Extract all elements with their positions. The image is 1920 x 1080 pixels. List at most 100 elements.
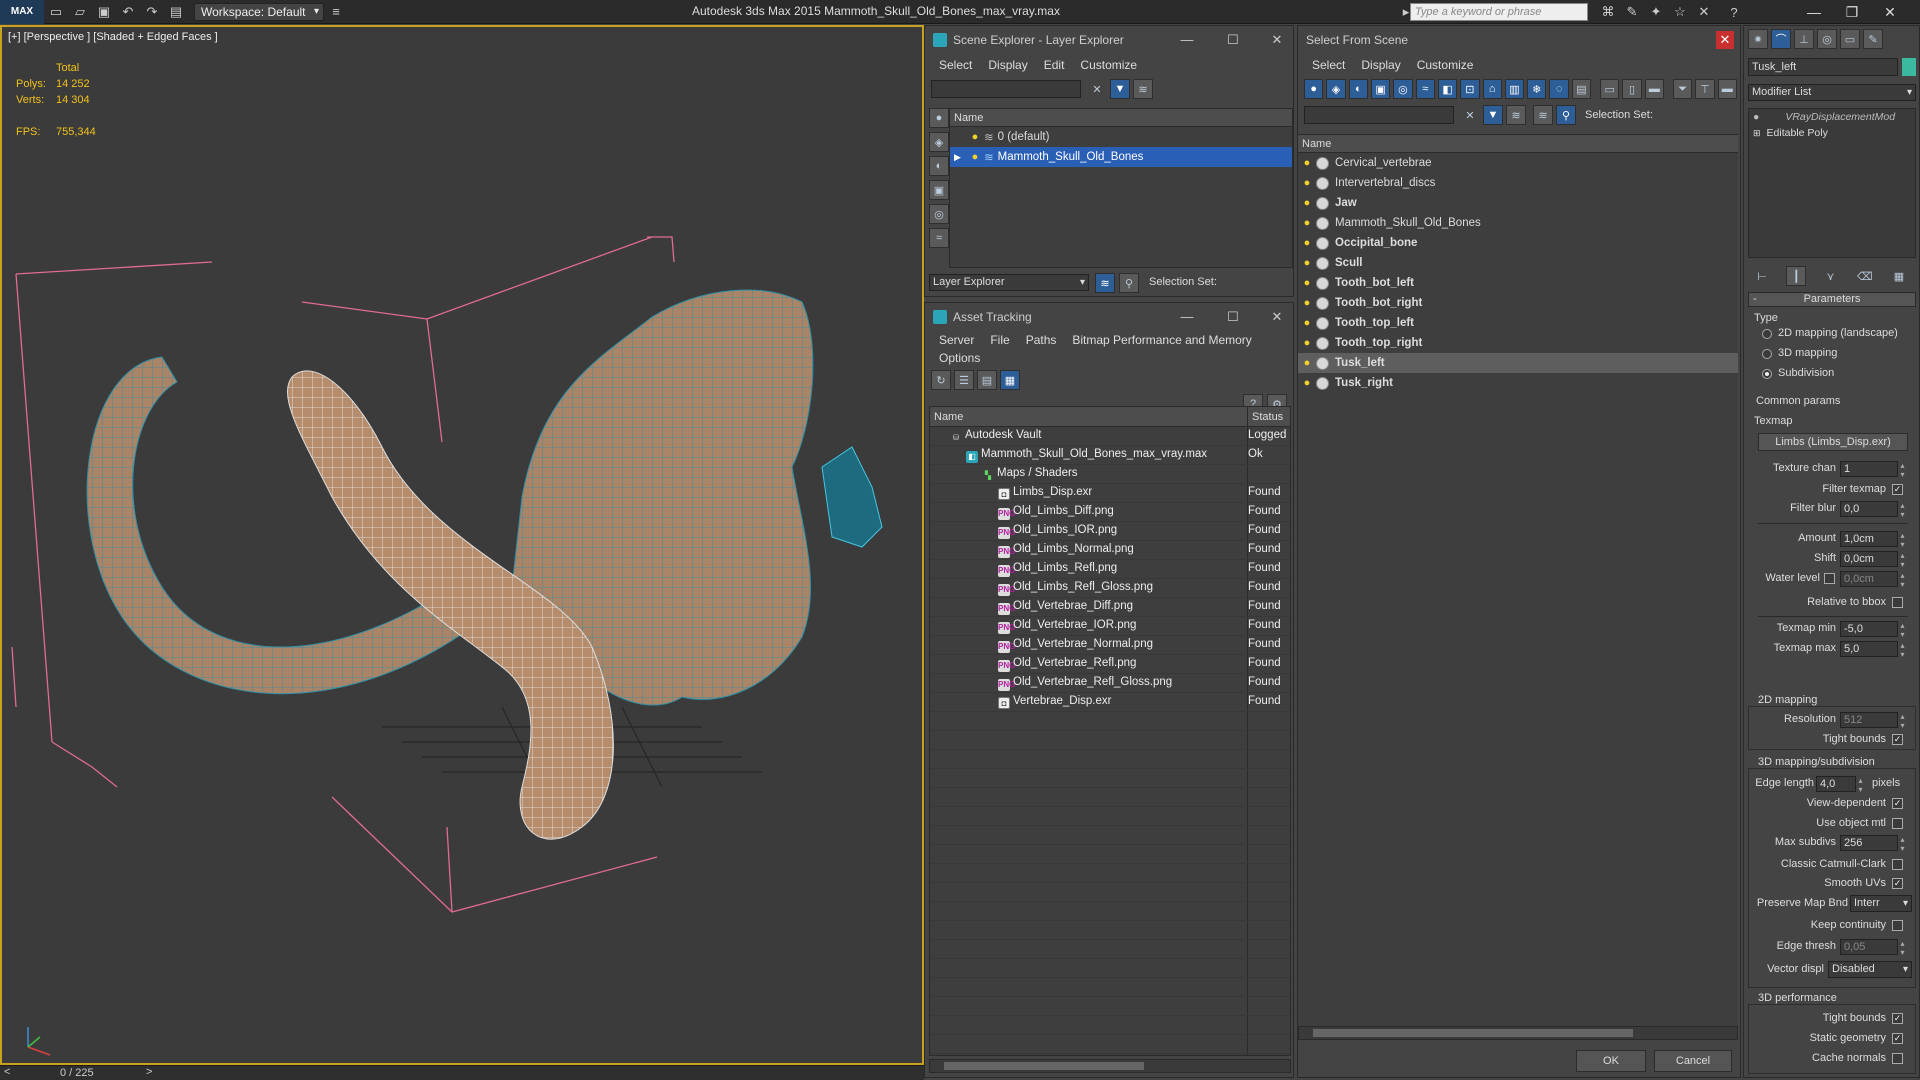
sfs-close-icon[interactable]: ✕ xyxy=(1716,31,1734,49)
asset-row[interactable]: PNGOld_Limbs_Refl_Gloss.png Found xyxy=(930,579,1290,598)
remove-modifier-icon[interactable]: ⌫ xyxy=(1855,266,1875,286)
sfs-hierarchy-icon[interactable]: ⊤ xyxy=(1695,79,1715,99)
filter-texmap-checkbox[interactable]: ✓ xyxy=(1892,484,1903,495)
asset-row[interactable]: PNGOld_Limbs_Normal.png Found xyxy=(930,541,1290,560)
workspace-dropdown[interactable]: Workspace: Default xyxy=(194,2,324,21)
resolution-spinner[interactable]: 512 xyxy=(1840,712,1909,730)
visibility-bulb-icon[interactable]: ● xyxy=(1302,177,1312,189)
asset-row[interactable]: PNGOld_Vertebrae_IOR.png Found xyxy=(930,617,1290,636)
ok-button[interactable]: OK xyxy=(1576,1050,1646,1072)
close-icon[interactable]: ✕ xyxy=(1876,2,1904,22)
asset-row[interactable]: PNGOld_Vertebrae_Refl.png Found xyxy=(930,655,1290,674)
sfs-invert-display-icon[interactable]: ▯ xyxy=(1622,79,1642,99)
texture-chan-spinner[interactable]: 1 xyxy=(1840,461,1909,479)
max-subdivs-spinner[interactable]: 256 xyxy=(1840,835,1909,853)
hierarchy-tab-icon[interactable]: ⊥ xyxy=(1794,29,1814,49)
se-clear-icon[interactable]: ✕ xyxy=(1087,79,1107,99)
static-geometry-checkbox[interactable]: ✓ xyxy=(1892,1033,1903,1044)
scene-object-row[interactable]: ● Cervical_vertebrae xyxy=(1298,153,1738,173)
app-logo-icon[interactable]: MAX xyxy=(0,0,44,24)
show-end-result-icon[interactable]: ┃ xyxy=(1786,266,1807,286)
maximize-icon[interactable]: ❐ xyxy=(1838,2,1866,22)
sfs-scroll-thumb[interactable] xyxy=(1313,1029,1633,1037)
visibility-bulb-icon[interactable]: ● xyxy=(1302,197,1312,209)
make-unique-icon[interactable]: ⋎ xyxy=(1821,266,1841,286)
time-slider[interactable]: < 0 / 225 > xyxy=(0,1065,924,1080)
visibility-bulb-icon[interactable]: ● xyxy=(1302,297,1312,309)
at-list-icon[interactable]: ☰ xyxy=(954,370,974,390)
asset-tracking-maximize-icon[interactable]: ☐ xyxy=(1221,307,1245,327)
at-table-icon[interactable]: ▦ xyxy=(1000,370,1020,390)
scene-explorer-maximize-icon[interactable]: ☐ xyxy=(1221,30,1245,50)
water-level-spinner[interactable]: 0,0cm xyxy=(1840,571,1909,589)
minimize-icon[interactable]: — xyxy=(1800,2,1828,22)
asset-row[interactable]: ◘ Vertebrae_Disp.exr Found xyxy=(930,693,1290,712)
at-menu-bitmap[interactable]: Bitmap Performance and Memory xyxy=(1072,333,1251,347)
se-menu-select[interactable]: Select xyxy=(939,58,972,72)
sfs-menu-display[interactable]: Display xyxy=(1361,58,1400,72)
time-next-icon[interactable]: > xyxy=(146,1066,152,1078)
layer-visibility-icon[interactable]: ● xyxy=(970,131,980,143)
undo-icon[interactable]: ↶ xyxy=(118,3,138,21)
at-menu-options[interactable]: Options xyxy=(939,351,980,365)
parameters-rollout-header[interactable]: - Parameters xyxy=(1748,292,1916,307)
layer-visibility-icon[interactable]: ● xyxy=(970,151,980,163)
exchange-icon[interactable]: ✕ xyxy=(1694,3,1714,21)
se-side-lights-icon[interactable]: ◐ xyxy=(929,156,949,176)
asset-tracking-minimize-icon[interactable]: — xyxy=(1175,307,1199,327)
edge-length-spinner[interactable]: 4,0 xyxy=(1816,776,1867,794)
se-filter-icon[interactable]: ▼ xyxy=(1110,79,1130,99)
asset-row[interactable]: PNGOld_Limbs_Refl.png Found xyxy=(930,560,1290,579)
keep-continuity-checkbox[interactable] xyxy=(1892,920,1903,931)
texmap-min-spinner[interactable]: -5,0 xyxy=(1840,621,1909,639)
asset-tracking-close-icon[interactable]: ✕ xyxy=(1265,307,1289,327)
pin-stack-icon[interactable]: ⊢ xyxy=(1752,266,1772,286)
sfs-search-input[interactable] xyxy=(1304,106,1454,124)
binoculars-icon[interactable]: ⌘ xyxy=(1598,3,1618,21)
scene-explorer-close-icon[interactable]: ✕ xyxy=(1265,30,1289,50)
asset-row[interactable]: PNGOld_Vertebrae_Refl_Gloss.png Found xyxy=(930,674,1290,693)
sfs-hierarchy-mode-icon[interactable]: ⚲ xyxy=(1556,105,1576,125)
at-tree-icon[interactable]: ▤ xyxy=(977,370,997,390)
asset-row[interactable]: PNGOld_Vertebrae_Normal.png Found xyxy=(930,636,1290,655)
sfs-lights-filter-icon[interactable]: ◐ xyxy=(1348,79,1368,99)
expand-arrow-icon[interactable]: ▶ xyxy=(954,152,970,163)
scene-object-row[interactable]: ● Tusk_right xyxy=(1298,373,1738,393)
relative-bbox-checkbox[interactable] xyxy=(1892,597,1903,608)
se-menu-customize[interactable]: Customize xyxy=(1080,58,1137,72)
se-layers-icon[interactable]: ≋ xyxy=(1133,79,1153,99)
asset-row[interactable]: PNGOld_Limbs_Diff.png Found xyxy=(930,503,1290,522)
sfs-menu-customize[interactable]: Customize xyxy=(1417,58,1474,72)
sfs-display-all-icon[interactable]: ▤ xyxy=(1571,79,1592,99)
modifier-stack-item[interactable]: ⊞ Editable Poly xyxy=(1749,125,1915,141)
sfs-containers-filter-icon[interactable]: ▥ xyxy=(1504,79,1525,99)
create-tab-icon[interactable]: ✷ xyxy=(1748,29,1768,49)
layer-row[interactable]: ▶ ● ≋ Mammoth_Skull_Old_Bones xyxy=(950,147,1292,167)
sfs-shapes-filter-icon[interactable]: ◈ xyxy=(1326,79,1346,99)
filter-blur-spinner[interactable]: 0,0 xyxy=(1840,501,1909,519)
at-scroll-thumb[interactable] xyxy=(944,1062,1144,1070)
se-menu-edit[interactable]: Edit xyxy=(1044,58,1065,72)
asset-row[interactable]: ◧ Mammoth_Skull_Old_Bones_max_vray.max Ok xyxy=(930,446,1290,465)
se-search-input[interactable] xyxy=(931,80,1081,98)
asset-row[interactable]: PNGOld_Vertebrae_Diff.png Found xyxy=(930,598,1290,617)
sfs-helpers-filter-icon[interactable]: ◎ xyxy=(1393,79,1413,99)
visibility-bulb-icon[interactable]: ● xyxy=(1302,217,1312,229)
asset-row[interactable]: ▚ Maps / Shaders xyxy=(930,465,1290,484)
open-file-icon[interactable]: ▱ xyxy=(70,3,90,21)
type-radio-2d[interactable] xyxy=(1762,329,1772,339)
edge-thresh-spinner[interactable]: 0,05 xyxy=(1840,939,1909,957)
object-name-field[interactable]: Tusk_left xyxy=(1748,58,1898,76)
time-prev-icon[interactable]: < xyxy=(4,1066,10,1078)
redo-icon[interactable]: ↷ xyxy=(142,3,162,21)
view-dependent-checkbox[interactable]: ✓ xyxy=(1892,798,1903,809)
smooth-uvs-checkbox[interactable]: ✓ xyxy=(1892,878,1903,889)
scene-object-row[interactable]: ● Jaw xyxy=(1298,193,1738,213)
sfs-collapse-icon[interactable]: ▬ xyxy=(1717,79,1737,99)
sfs-find-filter-icon[interactable]: ▼ xyxy=(1483,105,1503,125)
subscription-icon[interactable]: ✎ xyxy=(1622,3,1642,21)
project-folder-icon[interactable]: ▤ xyxy=(166,3,186,21)
expand-plus-icon[interactable]: ⊞ xyxy=(1753,128,1761,139)
modifier-stack-item[interactable]: ● VRayDisplacementMod xyxy=(1749,109,1915,125)
asset-row[interactable]: PNGOld_Limbs_IOR.png Found xyxy=(930,522,1290,541)
